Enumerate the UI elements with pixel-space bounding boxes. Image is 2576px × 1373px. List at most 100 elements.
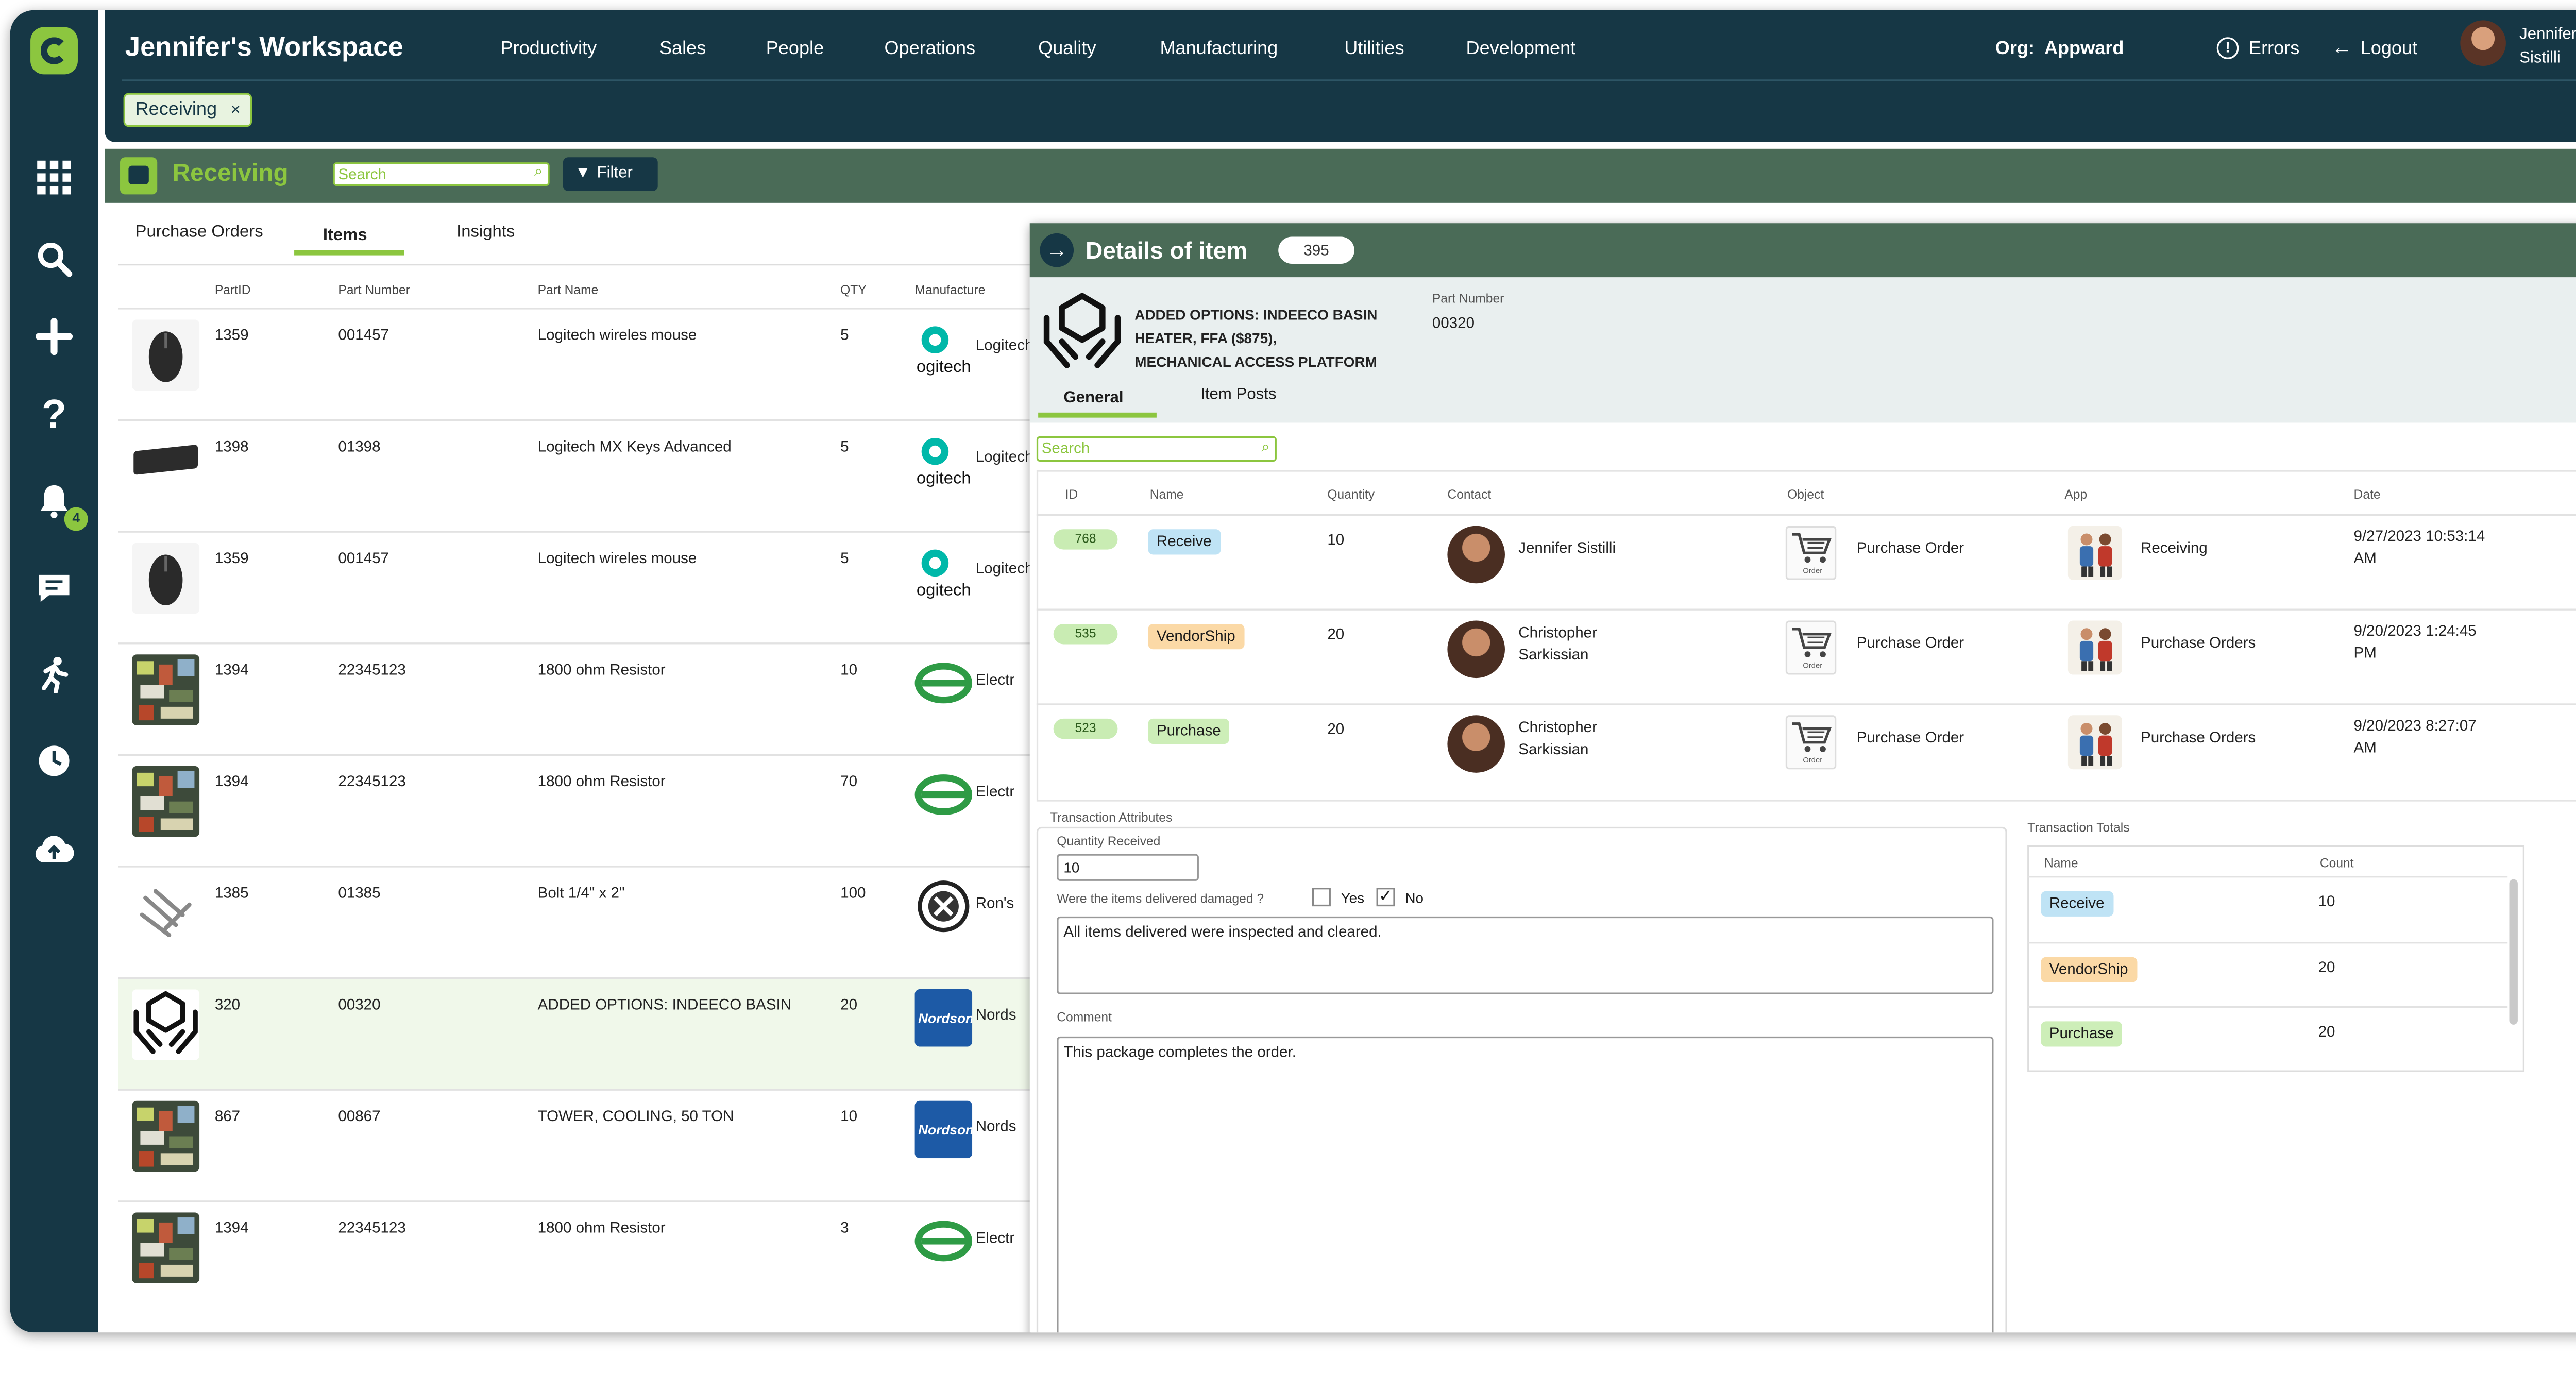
upload-cloud-icon[interactable] bbox=[32, 828, 76, 872]
nav-people[interactable]: People bbox=[766, 39, 824, 59]
user-avatar[interactable] bbox=[2460, 20, 2506, 66]
app-logo[interactable] bbox=[30, 27, 78, 75]
col-partid[interactable]: PartID bbox=[215, 282, 251, 298]
active-tab-indicator bbox=[294, 250, 404, 256]
nav-development[interactable]: Development bbox=[1466, 39, 1575, 59]
nav-operations[interactable]: Operations bbox=[884, 39, 975, 59]
chat-icon[interactable] bbox=[32, 566, 76, 610]
tab-general[interactable]: General bbox=[1063, 389, 1123, 408]
tabs-divider bbox=[118, 263, 1040, 266]
part-name: 1800 ohm Resistor bbox=[537, 772, 666, 790]
totals-col-name[interactable]: Name bbox=[2044, 856, 2078, 871]
col-app[interactable]: App bbox=[2064, 487, 2087, 502]
contact-name[interactable]: Christopher Sarkissian bbox=[1518, 717, 1597, 761]
add-icon[interactable] bbox=[32, 314, 76, 358]
module-search-input[interactable]: Search ⌕ bbox=[333, 162, 550, 187]
totals-count: 20 bbox=[2318, 1023, 2335, 1040]
part-id: 1359 bbox=[214, 326, 249, 344]
table-row[interactable]: 867 00867 TOWER, COOLING, 50 TON 10 Nordson N… bbox=[118, 1089, 1040, 1201]
nav-quality[interactable]: Quality bbox=[1038, 39, 1096, 59]
transaction-quantity: 10 bbox=[1327, 531, 1345, 548]
contact-avatar bbox=[1447, 620, 1505, 679]
object-name[interactable]: Purchase Order bbox=[1857, 538, 1964, 560]
tab-items[interactable]: Items bbox=[323, 227, 367, 245]
open-tab-receiving[interactable]: Receiving × bbox=[123, 93, 252, 127]
object-name[interactable]: Purchase Order bbox=[1857, 727, 1964, 749]
col-object[interactable]: Object bbox=[1787, 487, 1824, 502]
table-row[interactable]: 1398 01398 Logitech MX Keys Advanced 5 ogite… bbox=[118, 419, 1040, 531]
transactions-table-body: 768 Receive 10 Jennifer Sistilli Order Purcha… bbox=[1030, 514, 2576, 802]
logout-link[interactable]: Logout bbox=[2361, 39, 2417, 59]
manufacturer-logo: ogitech bbox=[915, 319, 973, 385]
col-qty[interactable]: QTY bbox=[840, 282, 867, 298]
table-row[interactable]: 1359 001457 Logitech wireles mouse 5 ogitech… bbox=[118, 308, 1040, 419]
table-row[interactable]: 320 00320 ADDED OPTIONS: INDEECO BASIN 20 No… bbox=[118, 977, 1040, 1089]
inspection-notes-textarea[interactable]: All items delivered were inspected and c… bbox=[1057, 916, 1994, 994]
app-name[interactable]: Purchase Orders bbox=[2141, 727, 2256, 749]
cart-caption: Order bbox=[1803, 756, 1823, 765]
item-hands-icon bbox=[1043, 293, 1121, 368]
error-icon[interactable]: ! bbox=[2216, 37, 2239, 59]
nav-sales[interactable]: Sales bbox=[659, 39, 706, 59]
col-quantity[interactable]: Quantity bbox=[1327, 487, 1375, 502]
transaction-row[interactable]: 523 Purchase 20 Christopher Sarkissian Order P… bbox=[1036, 703, 2576, 798]
transaction-row[interactable]: 768 Receive 10 Jennifer Sistilli Order Purcha… bbox=[1036, 514, 2576, 609]
nav-utilities[interactable]: Utilities bbox=[1344, 39, 1404, 59]
clock-icon[interactable] bbox=[32, 739, 76, 783]
totals-row[interactable]: Receive 10 bbox=[2027, 876, 2508, 940]
damaged-no-checkbox[interactable]: ✓ bbox=[1376, 888, 1395, 907]
workspace-title: Jennifer's Workspace bbox=[125, 33, 403, 63]
table-row[interactable]: 1394 22345123 1800 ohm Resistor 70 Electr bbox=[118, 754, 1040, 866]
org-label: Org: bbox=[1995, 39, 2035, 59]
object-name[interactable]: Purchase Order bbox=[1857, 632, 1964, 654]
tab-item-posts[interactable]: Item Posts bbox=[1200, 385, 1276, 404]
col-part-name[interactable]: Part Name bbox=[538, 282, 599, 298]
arrow-right-icon[interactable]: → bbox=[1040, 233, 1074, 267]
col-id[interactable]: ID bbox=[1065, 487, 1078, 502]
col-contact[interactable]: Contact bbox=[1447, 487, 1491, 502]
totals-row[interactable]: Purchase 20 bbox=[2027, 1006, 2508, 1071]
col-manufacture[interactable]: Manufacture bbox=[915, 282, 986, 298]
filter-button[interactable]: ▼ Filter bbox=[563, 157, 658, 191]
org-value[interactable]: Appward bbox=[2044, 39, 2124, 59]
col-name[interactable]: Name bbox=[1150, 487, 1184, 502]
nav-manufacturing[interactable]: Manufacturing bbox=[1160, 39, 1278, 59]
app-name[interactable]: Purchase Orders bbox=[2141, 632, 2256, 654]
totals-col-count[interactable]: Count bbox=[2320, 856, 2354, 871]
transaction-attributes-legend: Transaction Attributes bbox=[1046, 810, 1176, 825]
table-row[interactable]: 1394 22345123 1800 ohm Resistor 3 Electr bbox=[118, 1200, 1040, 1312]
nav-productivity[interactable]: Productivity bbox=[500, 39, 597, 59]
tab-purchase-orders[interactable]: Purchase Orders bbox=[135, 223, 263, 242]
totals-name-tag: VendorShip bbox=[2041, 956, 2137, 982]
transaction-date: 9/20/2023 1:24:45 PM bbox=[2353, 622, 2477, 662]
close-icon[interactable]: × bbox=[231, 101, 241, 120]
table-row[interactable]: 1359 001457 Logitech wireles mouse 5 ogitech… bbox=[118, 531, 1040, 643]
qty: 100 bbox=[840, 884, 866, 902]
tab-insights[interactable]: Insights bbox=[456, 223, 515, 242]
part-thumbnail bbox=[131, 1100, 200, 1172]
transaction-row[interactable]: 535 VendorShip 20 Christopher Sarkissian Orde… bbox=[1036, 608, 2576, 704]
details-search-input[interactable]: Search ⌕ bbox=[1036, 436, 1277, 462]
contact-name[interactable]: Christopher Sarkissian bbox=[1518, 622, 1597, 666]
damaged-yes-checkbox[interactable] bbox=[1312, 888, 1331, 907]
col-part-number[interactable]: Part Number bbox=[338, 282, 410, 298]
comment-textarea[interactable]: This package completes the order. bbox=[1057, 1036, 1994, 1333]
transaction-id-badge: 523 bbox=[1053, 718, 1118, 739]
help-icon[interactable]: ? bbox=[32, 392, 76, 438]
app-name[interactable]: Receiving bbox=[2141, 538, 2208, 560]
activity-icon[interactable] bbox=[32, 653, 76, 697]
table-row[interactable]: 1394 22345123 1800 ohm Resistor 10 Electr bbox=[118, 642, 1040, 754]
errors-link[interactable]: Errors bbox=[2249, 39, 2299, 59]
quantity-received-input[interactable]: 10 bbox=[1057, 854, 1199, 881]
arrow-left-icon[interactable]: ← bbox=[2332, 36, 2352, 59]
totals-row[interactable]: VendorShip 20 bbox=[2027, 941, 2508, 1005]
col-date[interactable]: Date bbox=[2354, 487, 2381, 502]
totals-scrollbar[interactable] bbox=[2509, 879, 2518, 1025]
table-row[interactable]: 1385 01385 Bolt 1/4" x 2" 100 Ron's bbox=[118, 866, 1040, 977]
contact-name[interactable]: Jennifer Sistilli bbox=[1518, 538, 1616, 560]
search-icon[interactable] bbox=[32, 236, 76, 280]
part-number: 22345123 bbox=[338, 661, 406, 679]
part-id: 320 bbox=[214, 996, 241, 1013]
apps-grid-icon[interactable] bbox=[32, 156, 76, 199]
part-id: 867 bbox=[214, 1107, 241, 1125]
